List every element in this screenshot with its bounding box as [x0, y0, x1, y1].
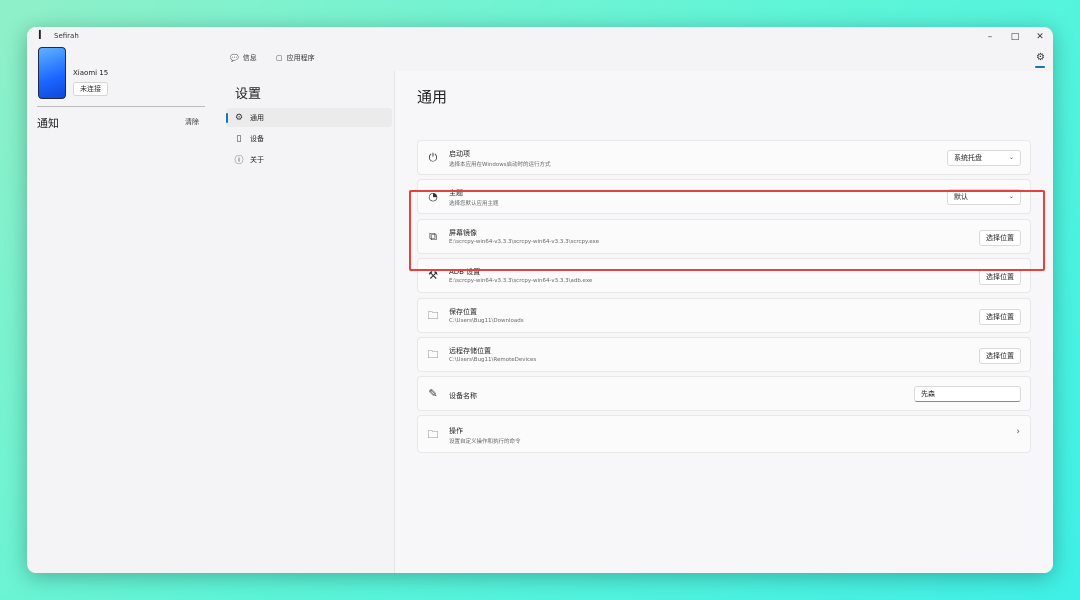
chat-icon: 💬: [230, 54, 239, 62]
device-name-setting: ✎ 设备名称 先森: [417, 376, 1031, 411]
device-icon: ▯: [236, 133, 242, 144]
highlight-box: [409, 190, 1045, 271]
remote-storage-setting: 🗀 远程存储位置 C:\Users\Bug11\RemoteDevices 选择…: [417, 337, 1031, 372]
save-location-setting: 🗀 保存位置 C:\Users\Bug11\Downloads 选择位置: [417, 298, 1031, 333]
choose-location-button[interactable]: 选择位置: [979, 348, 1021, 364]
apps-icon: ▢: [276, 54, 283, 62]
tab-messages[interactable]: 💬 信息: [230, 53, 257, 63]
clear-notifications-button[interactable]: 清除: [185, 117, 199, 127]
sidebar-item-device[interactable]: ▯ 设备: [226, 129, 392, 148]
maximize-icon[interactable]: □: [1004, 30, 1026, 44]
divider: [37, 106, 205, 107]
choose-location-button[interactable]: 选择位置: [979, 269, 1021, 285]
setting-title: 远程存储位置: [449, 347, 491, 355]
setting-description: C:\Users\Bug11\Downloads: [449, 318, 524, 324]
sidebar-item-about[interactable]: ⓘ 关于: [226, 150, 392, 169]
sidebar-item-label: 设备: [250, 134, 264, 143]
sidebar-item-label: 关于: [250, 155, 264, 164]
chevron-down-icon: ⌄: [1008, 154, 1014, 161]
minimize-icon[interactable]: –: [979, 30, 1001, 44]
device-name-input[interactable]: 先森: [914, 386, 1021, 402]
gear-icon: ⚙: [234, 112, 244, 123]
setting-title: 操作: [449, 427, 463, 435]
sidebar-item-label: 通用: [250, 113, 264, 122]
connect-button[interactable]: 未连接: [73, 82, 108, 96]
settings-gear-icon[interactable]: ⚙: [1036, 52, 1045, 63]
notifications-title: 通知: [37, 117, 59, 130]
active-indicator: [226, 112, 228, 123]
choose-location-button[interactable]: 选择位置: [979, 309, 1021, 325]
settings-active-indicator: [1035, 66, 1045, 68]
power-icon: ⏻: [428, 151, 438, 164]
actions-setting[interactable]: 🗀 操作 设置自定义操作和执行的命令 ›: [417, 415, 1031, 453]
app-window: ꟾ Sefirah – □ ✕ Xiaomi 15 未连接 通知 清除 💬 信息…: [27, 27, 1053, 573]
phone-icon: [38, 47, 66, 99]
device-name: Xiaomi 15: [73, 69, 109, 77]
folder-settings-icon: 🗀: [427, 348, 439, 361]
close-icon[interactable]: ✕: [1029, 30, 1051, 44]
tools-icon: ⚒: [428, 269, 438, 282]
settings-content: 设置 ⚙ 通用 ▯ 设备 ⓘ 关于 通用 ⏻ 启动项 选择本应用在Windows…: [222, 71, 1053, 573]
setting-description: E:\scrcpy-win64-v3.3.3\scrcpy-win64-v3.3…: [449, 278, 593, 284]
left-panel: Xiaomi 15 未连接 通知 清除: [27, 47, 222, 573]
setting-title: 启动项: [449, 150, 470, 158]
top-nav: 💬 信息 ▢ 应用程序 ⚙: [222, 47, 1053, 71]
setting-title: 设备名称: [449, 392, 477, 400]
title-bar: ꟾ Sefirah – □ ✕: [27, 27, 1053, 47]
folder-icon: 🗀: [427, 309, 439, 322]
info-icon: ⓘ: [234, 156, 244, 166]
startup-setting: ⏻ 启动项 选择本应用在Windows启动时的运行方式 系统托盘 ⌄: [417, 140, 1031, 175]
folder-settings-icon: 🗀: [427, 428, 439, 441]
settings-title: 设置: [235, 87, 262, 102]
select-value: 系统托盘: [954, 154, 982, 162]
tab-apps[interactable]: ▢ 应用程序: [276, 53, 315, 63]
pencil-icon: ✎: [428, 387, 438, 400]
settings-subnav: 设置 ⚙ 通用 ▯ 设备 ⓘ 关于: [222, 71, 395, 573]
tab-messages-label: 信息: [242, 54, 257, 62]
setting-description: 选择本应用在Windows启动时的运行方式: [449, 162, 551, 168]
setting-title: 保存位置: [449, 308, 477, 316]
page-title: 通用: [417, 88, 448, 106]
setting-description: C:\Users\Bug11\RemoteDevices: [449, 357, 537, 363]
sidebar-item-general[interactable]: ⚙ 通用: [226, 108, 392, 127]
app-title: Sefirah: [54, 32, 79, 40]
app-logo-icon: ꟾ: [38, 31, 42, 42]
setting-description: 设置自定义操作和执行的命令: [449, 439, 521, 445]
chevron-right-icon: ›: [1016, 427, 1020, 437]
tab-apps-label: 应用程序: [286, 54, 315, 62]
startup-select[interactable]: 系统托盘 ⌄: [947, 150, 1021, 166]
